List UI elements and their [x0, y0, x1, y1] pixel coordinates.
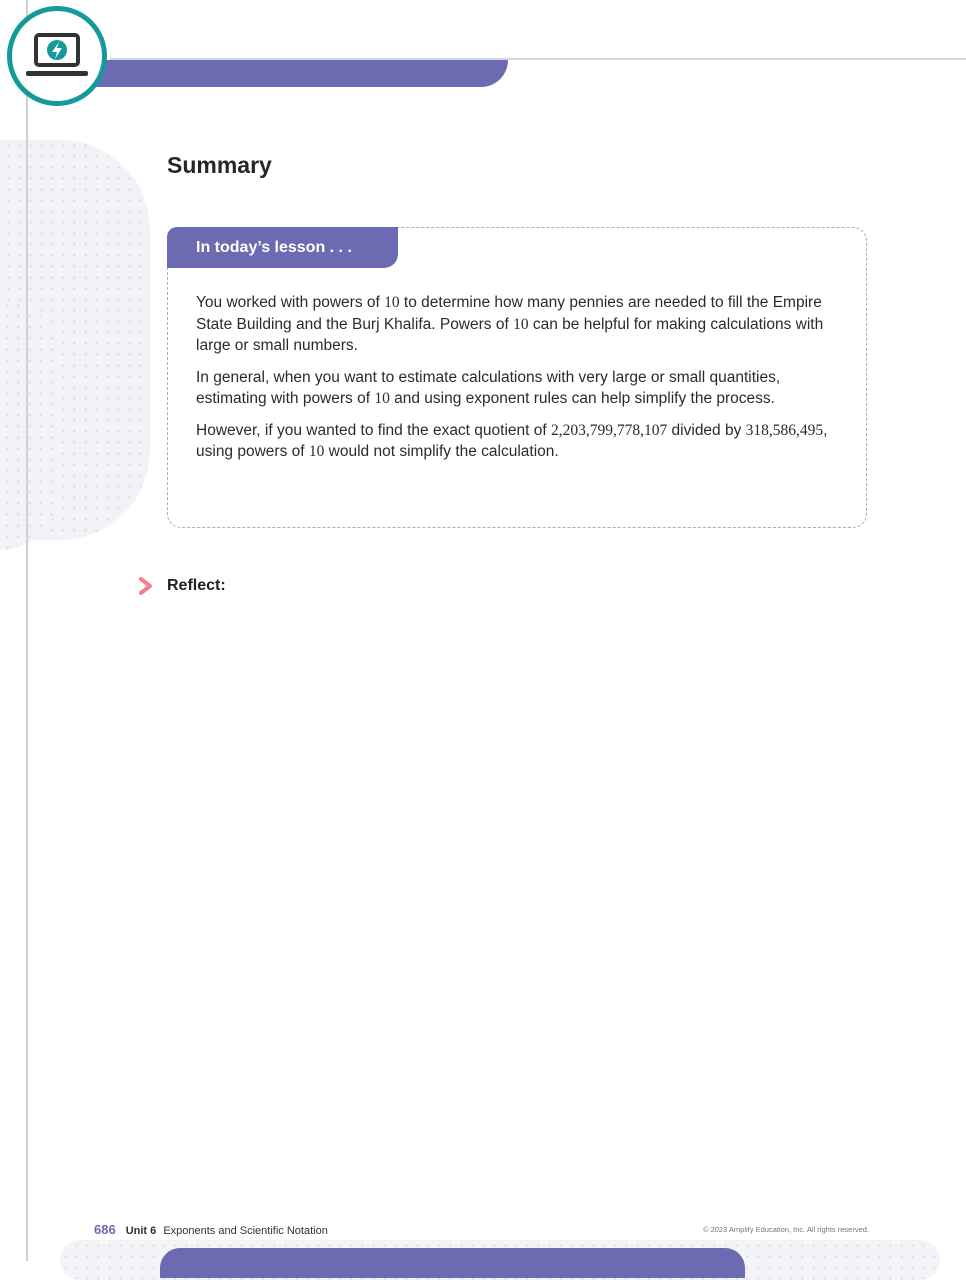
copyright: © 2023 Amplify Education, Inc. All right… [702, 1225, 869, 1234]
unit-title: Exponents and Scientific Notation [163, 1225, 328, 1237]
lesson-paragraph-2: In general, when you want to estimate ca… [196, 367, 836, 410]
reflect-prompt: Reflect: [139, 577, 226, 595]
decorative-dot-pattern-lower [0, 300, 60, 550]
footer-band [160, 1248, 745, 1278]
math-number: 2,203,799,778,107 [551, 421, 668, 439]
reflect-label: Reflect: [167, 577, 226, 594]
chevron-right-icon [139, 577, 152, 595]
unit-label: Unit 6 [125, 1225, 157, 1237]
left-margin-rule [26, 0, 28, 1261]
page-title: Summary [167, 152, 272, 178]
text-run: You worked with powers of [196, 294, 385, 311]
page-footer: 686 Unit 6 Exponents and Scientific Notat… [94, 1222, 869, 1238]
math-number: 10 [513, 315, 529, 333]
lesson-paragraph-1: You worked with powers of 10 to determin… [196, 292, 836, 357]
page-number: 686 [94, 1222, 116, 1237]
lesson-tab-label: In today’s lesson . . . [167, 227, 398, 268]
math-number: 10 [384, 294, 400, 311]
laptop-lightning-icon [7, 6, 107, 106]
math-number: 10 [374, 390, 390, 407]
text-run: would not simplify the calculation. [324, 443, 559, 460]
lesson-paragraph-3: However, if you wanted to find the exact… [196, 420, 836, 463]
math-number: 318,586,495 [745, 421, 824, 439]
laptop-icon-graphic [26, 33, 88, 76]
text-run: divided by [667, 421, 746, 439]
lesson-body: You worked with powers of 10 to determin… [196, 292, 836, 473]
text-run: However, if you wanted to find the exact… [196, 421, 551, 439]
math-number: 10 [308, 443, 325, 460]
text-run: and using exponent rules can help simpli… [389, 390, 775, 407]
